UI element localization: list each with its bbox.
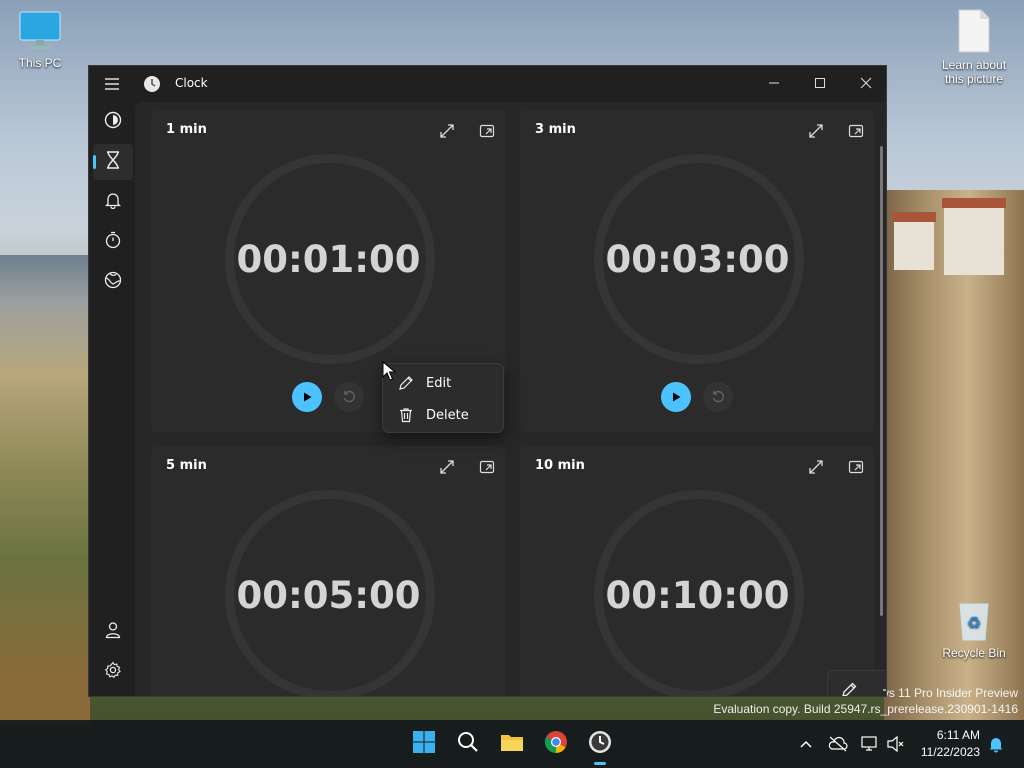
stopwatch-icon xyxy=(104,231,122,253)
add-timer-button[interactable] xyxy=(877,680,886,696)
desktop-icon-label: Learn about this picture xyxy=(941,58,1007,86)
play-button[interactable] xyxy=(292,382,322,412)
title-bar[interactable]: Clock xyxy=(89,66,886,102)
taskbar-time[interactable]: 6:11 AM xyxy=(937,728,980,742)
clock-icon xyxy=(588,730,612,758)
taskbar-date[interactable]: 11/22/2023 xyxy=(921,745,980,759)
notification-bell-icon[interactable] xyxy=(986,734,1006,754)
nav-focus-sessions[interactable] xyxy=(93,104,133,140)
window-title: Clock xyxy=(175,76,208,90)
svg-text:♻: ♻ xyxy=(967,615,981,632)
watermark-line-2: Evaluation copy. Build 25947.rs_prerelea… xyxy=(713,702,1018,716)
desktop-icon-learn-about-picture[interactable]: Learn about this picture xyxy=(934,8,1014,86)
bell-icon xyxy=(104,191,122,213)
reset-button[interactable] xyxy=(334,382,364,412)
keep-on-top-icon[interactable] xyxy=(845,120,867,142)
clock-app-icon xyxy=(144,76,160,92)
hamburger-menu-icon[interactable] xyxy=(103,75,121,93)
timer-time: 00:03:00 xyxy=(605,238,790,281)
nav-world-clock[interactable] xyxy=(93,264,133,300)
context-menu-delete-label: Delete xyxy=(426,407,469,423)
timer-name: 3 min xyxy=(535,122,576,137)
search-icon xyxy=(457,731,479,757)
timer-context-menu: Edit Delete xyxy=(382,363,504,433)
minimize-button[interactable] xyxy=(751,66,797,100)
windows-logo-icon xyxy=(412,730,436,758)
start-button[interactable] xyxy=(408,728,440,760)
onedrive-offline-icon[interactable] xyxy=(828,734,848,754)
expand-icon[interactable] xyxy=(805,120,827,142)
document-icon xyxy=(957,8,991,54)
search-button[interactable] xyxy=(452,728,484,760)
nav-timer[interactable] xyxy=(93,144,133,180)
context-menu-edit[interactable]: Edit xyxy=(383,367,503,399)
show-hidden-icons-chevron-up-icon[interactable] xyxy=(796,734,816,754)
pencil-icon xyxy=(397,374,415,392)
nav-stopwatch[interactable] xyxy=(93,224,133,260)
plus-icon xyxy=(881,682,886,696)
expand-icon[interactable] xyxy=(805,456,827,478)
chrome-button[interactable] xyxy=(540,728,572,760)
context-menu-edit-label: Edit xyxy=(426,375,452,391)
edit-timers-button[interactable] xyxy=(837,680,861,696)
person-icon xyxy=(105,621,121,643)
close-button[interactable] xyxy=(843,66,886,100)
keep-on-top-icon[interactable] xyxy=(845,456,867,478)
focus-icon xyxy=(104,111,122,133)
hourglass-icon xyxy=(105,151,121,173)
volume-muted-icon[interactable] xyxy=(886,734,906,754)
desktop-icon-label: Recycle Bin xyxy=(942,646,1006,660)
reset-button[interactable] xyxy=(703,382,733,412)
gear-icon xyxy=(104,661,122,683)
navigation-rail xyxy=(89,102,135,696)
desktop-icon-label: This PC xyxy=(18,56,62,70)
timer-card[interactable]: 5 min 00:05:00 xyxy=(151,446,506,696)
timer-time: 00:05:00 xyxy=(236,574,421,617)
timers-content: 1 min 00:01:00 3 min 00:03:00 5 min 00:0… xyxy=(135,102,886,696)
watermark-line-1: ws 11 Pro Insider Preview xyxy=(880,686,1018,700)
pencil-icon xyxy=(840,681,858,696)
scrollbar[interactable] xyxy=(880,146,883,616)
desktop-icon-recycle-bin[interactable]: ♻ Recycle Bin xyxy=(934,598,1014,660)
file-explorer-button[interactable] xyxy=(496,728,528,760)
desktop-icon-this-pc[interactable]: This PC xyxy=(0,10,80,70)
monitor-icon xyxy=(18,10,62,52)
keep-on-top-icon[interactable] xyxy=(476,456,498,478)
expand-icon[interactable] xyxy=(436,120,458,142)
timer-time: 00:01:00 xyxy=(236,238,421,281)
context-menu-delete[interactable]: Delete xyxy=(383,399,503,431)
network-icon[interactable] xyxy=(860,734,880,754)
globe-icon xyxy=(104,271,122,293)
nav-account[interactable] xyxy=(93,614,133,650)
timer-card[interactable]: 10 min 00:10:00 xyxy=(520,446,875,696)
mouse-cursor-icon xyxy=(382,360,397,381)
nav-settings[interactable] xyxy=(93,654,133,690)
taskbar: 6:11 AM 11/22/2023 xyxy=(0,720,1024,768)
timer-time: 00:10:00 xyxy=(605,574,790,617)
timer-name: 1 min xyxy=(166,122,207,137)
nav-alarm[interactable] xyxy=(93,184,133,220)
folder-icon xyxy=(500,732,524,756)
recycle-bin-icon: ♻ xyxy=(955,598,993,642)
maximize-button[interactable] xyxy=(797,66,843,100)
timer-name: 10 min xyxy=(535,458,585,473)
timer-name: 5 min xyxy=(166,458,207,473)
expand-icon[interactable] xyxy=(436,456,458,478)
timer-actions-bar xyxy=(827,670,886,696)
play-button[interactable] xyxy=(661,382,691,412)
timer-card[interactable]: 3 min 00:03:00 xyxy=(520,110,875,432)
desktop-wallpaper-hills xyxy=(0,255,90,725)
trash-icon xyxy=(397,406,415,424)
chrome-icon xyxy=(544,730,568,758)
keep-on-top-icon[interactable] xyxy=(476,120,498,142)
clock-taskbar-button[interactable] xyxy=(584,728,616,765)
